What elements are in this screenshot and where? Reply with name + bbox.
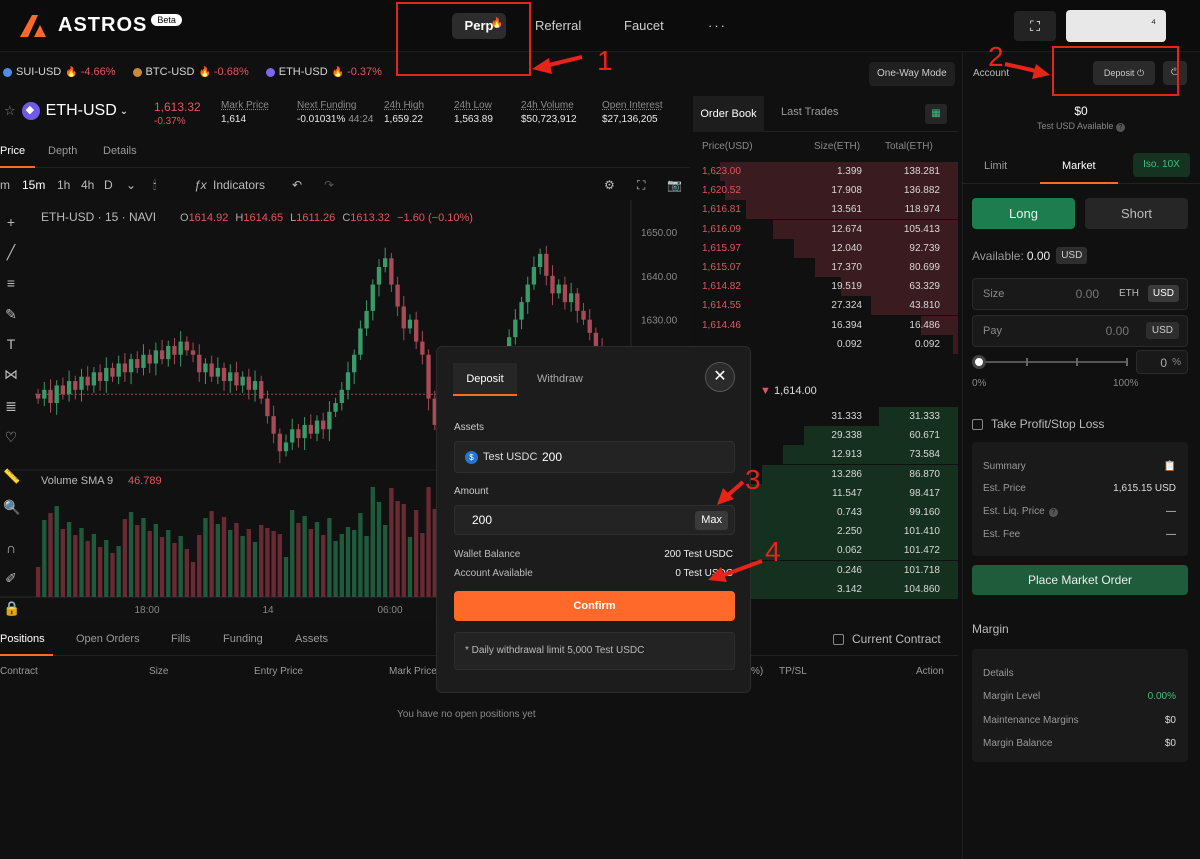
annotation-number-3: 3 bbox=[745, 464, 761, 495]
annotation-number-4: 4 bbox=[765, 536, 781, 567]
annotation-arrows bbox=[532, 55, 1050, 582]
annotation-number-2: 2 bbox=[988, 41, 1004, 72]
annotation-number-1: 1 bbox=[597, 45, 613, 76]
